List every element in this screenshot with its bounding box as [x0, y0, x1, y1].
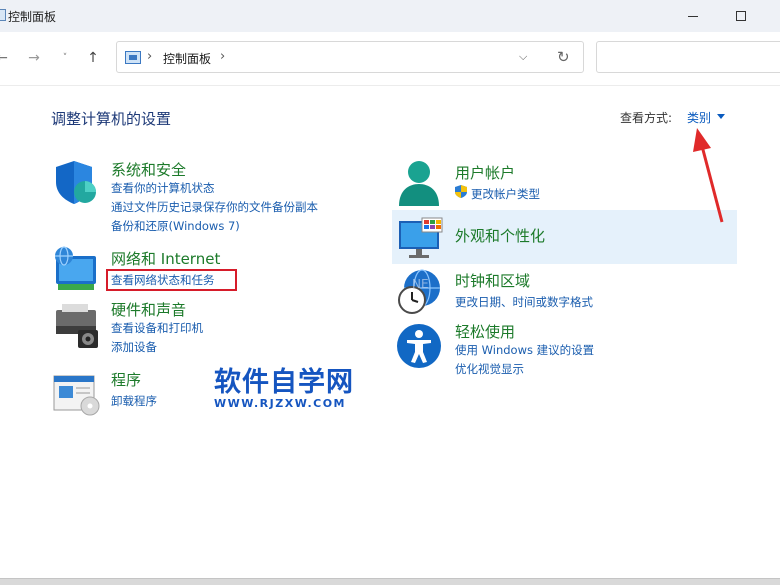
network-globe-icon[interactable]: [50, 246, 102, 294]
watermark-main-text: 软件自学网: [214, 367, 354, 398]
clock-globe-icon[interactable]: [396, 268, 446, 316]
category-title-clock-region[interactable]: 时钟和区域: [455, 270, 530, 291]
link-uninstall-program[interactable]: 卸载程序: [111, 393, 157, 409]
uac-shield-icon: [455, 185, 467, 198]
link-view-computer-status[interactable]: 查看你的计算机状态: [111, 180, 215, 196]
arrow-up-icon: ↑: [87, 50, 99, 66]
view-by-dropdown[interactable]: 类别: [687, 109, 711, 126]
refresh-icon[interactable]: ↻: [557, 48, 570, 66]
link-file-history-backup[interactable]: 通过文件历史记录保存你的文件备份副本: [111, 199, 318, 215]
chevron-down-icon: ˅: [62, 53, 68, 63]
search-input[interactable]: [596, 41, 780, 73]
category-title-user-accounts[interactable]: 用户帐户: [455, 162, 515, 183]
link-add-device[interactable]: 添加设备: [111, 339, 157, 355]
breadcrumb-control-panel[interactable]: 控制面板: [163, 50, 211, 67]
up-button[interactable]: ↑: [84, 46, 102, 70]
category-title-programs[interactable]: 程序: [111, 369, 141, 390]
category-title-network-internet[interactable]: 网络和 Internet: [111, 248, 220, 269]
title-bar: 控制面板: [0, 0, 780, 32]
category-title-ease-of-access[interactable]: 轻松使用: [455, 321, 515, 342]
red-highlight-box: [106, 269, 237, 291]
category-title-appearance-personalization[interactable]: 外观和个性化: [455, 225, 545, 246]
recent-locations-button[interactable]: ˅: [58, 46, 72, 70]
programs-icon[interactable]: [50, 370, 102, 416]
red-arrow-annotation: [693, 128, 724, 223]
user-icon[interactable]: [397, 158, 445, 208]
back-button[interactable]: ←: [0, 46, 10, 70]
link-view-devices-printers[interactable]: 查看设备和打印机: [111, 320, 203, 336]
window-bottom-edge: [0, 578, 780, 585]
arrow-left-icon: ←: [0, 50, 8, 66]
navigation-bar: ← → ˅ ↑ › 控制面板 › ⌵ ↻: [0, 32, 780, 86]
accessibility-icon[interactable]: [396, 322, 444, 370]
view-by-label: 查看方式:: [620, 111, 673, 125]
control-panel-app-icon: [0, 9, 6, 21]
window-title: 控制面板: [8, 10, 57, 24]
category-title-hardware-sound[interactable]: 硬件和声音: [111, 299, 186, 320]
page-title: 调整计算机的设置: [51, 110, 172, 128]
caret-down-icon[interactable]: [717, 114, 725, 119]
link-change-account-type[interactable]: 更改帐户类型: [471, 186, 540, 202]
watermark-url-text: WWW.RJZXW.COM: [214, 397, 346, 410]
maximize-button[interactable]: [718, 0, 764, 32]
arrow-right-icon: →: [28, 50, 40, 66]
minimize-icon: [688, 15, 698, 17]
link-windows-recommended-settings[interactable]: 使用 Windows 建议的设置: [455, 342, 594, 358]
link-change-date-time-format[interactable]: 更改日期、时间或数字格式: [455, 294, 593, 310]
link-optimize-visual-display[interactable]: 优化视觉显示: [455, 361, 524, 377]
faint-watermark-text: NE: [412, 277, 429, 291]
address-dropdown-icon[interactable]: ⌵: [519, 50, 527, 64]
breadcrumb-separator[interactable]: ›: [147, 49, 152, 64]
site-watermark: 软件自学网 WWW.RJZXW.COM: [214, 360, 354, 410]
link-backup-restore[interactable]: 备份和还原(Windows 7): [111, 218, 240, 234]
control-panel-icon: [125, 51, 141, 64]
printer-icon[interactable]: [50, 300, 102, 350]
breadcrumb-separator-trailing[interactable]: ›: [220, 49, 225, 64]
minimize-button[interactable]: [670, 0, 716, 32]
shield-icon[interactable]: [52, 158, 100, 206]
address-bar[interactable]: › 控制面板 › ⌵ ↻: [116, 41, 584, 73]
monitor-icon[interactable]: [396, 215, 448, 261]
forward-button[interactable]: →: [26, 46, 42, 70]
maximize-icon: [736, 11, 746, 21]
category-title-system-security[interactable]: 系统和安全: [111, 159, 186, 180]
